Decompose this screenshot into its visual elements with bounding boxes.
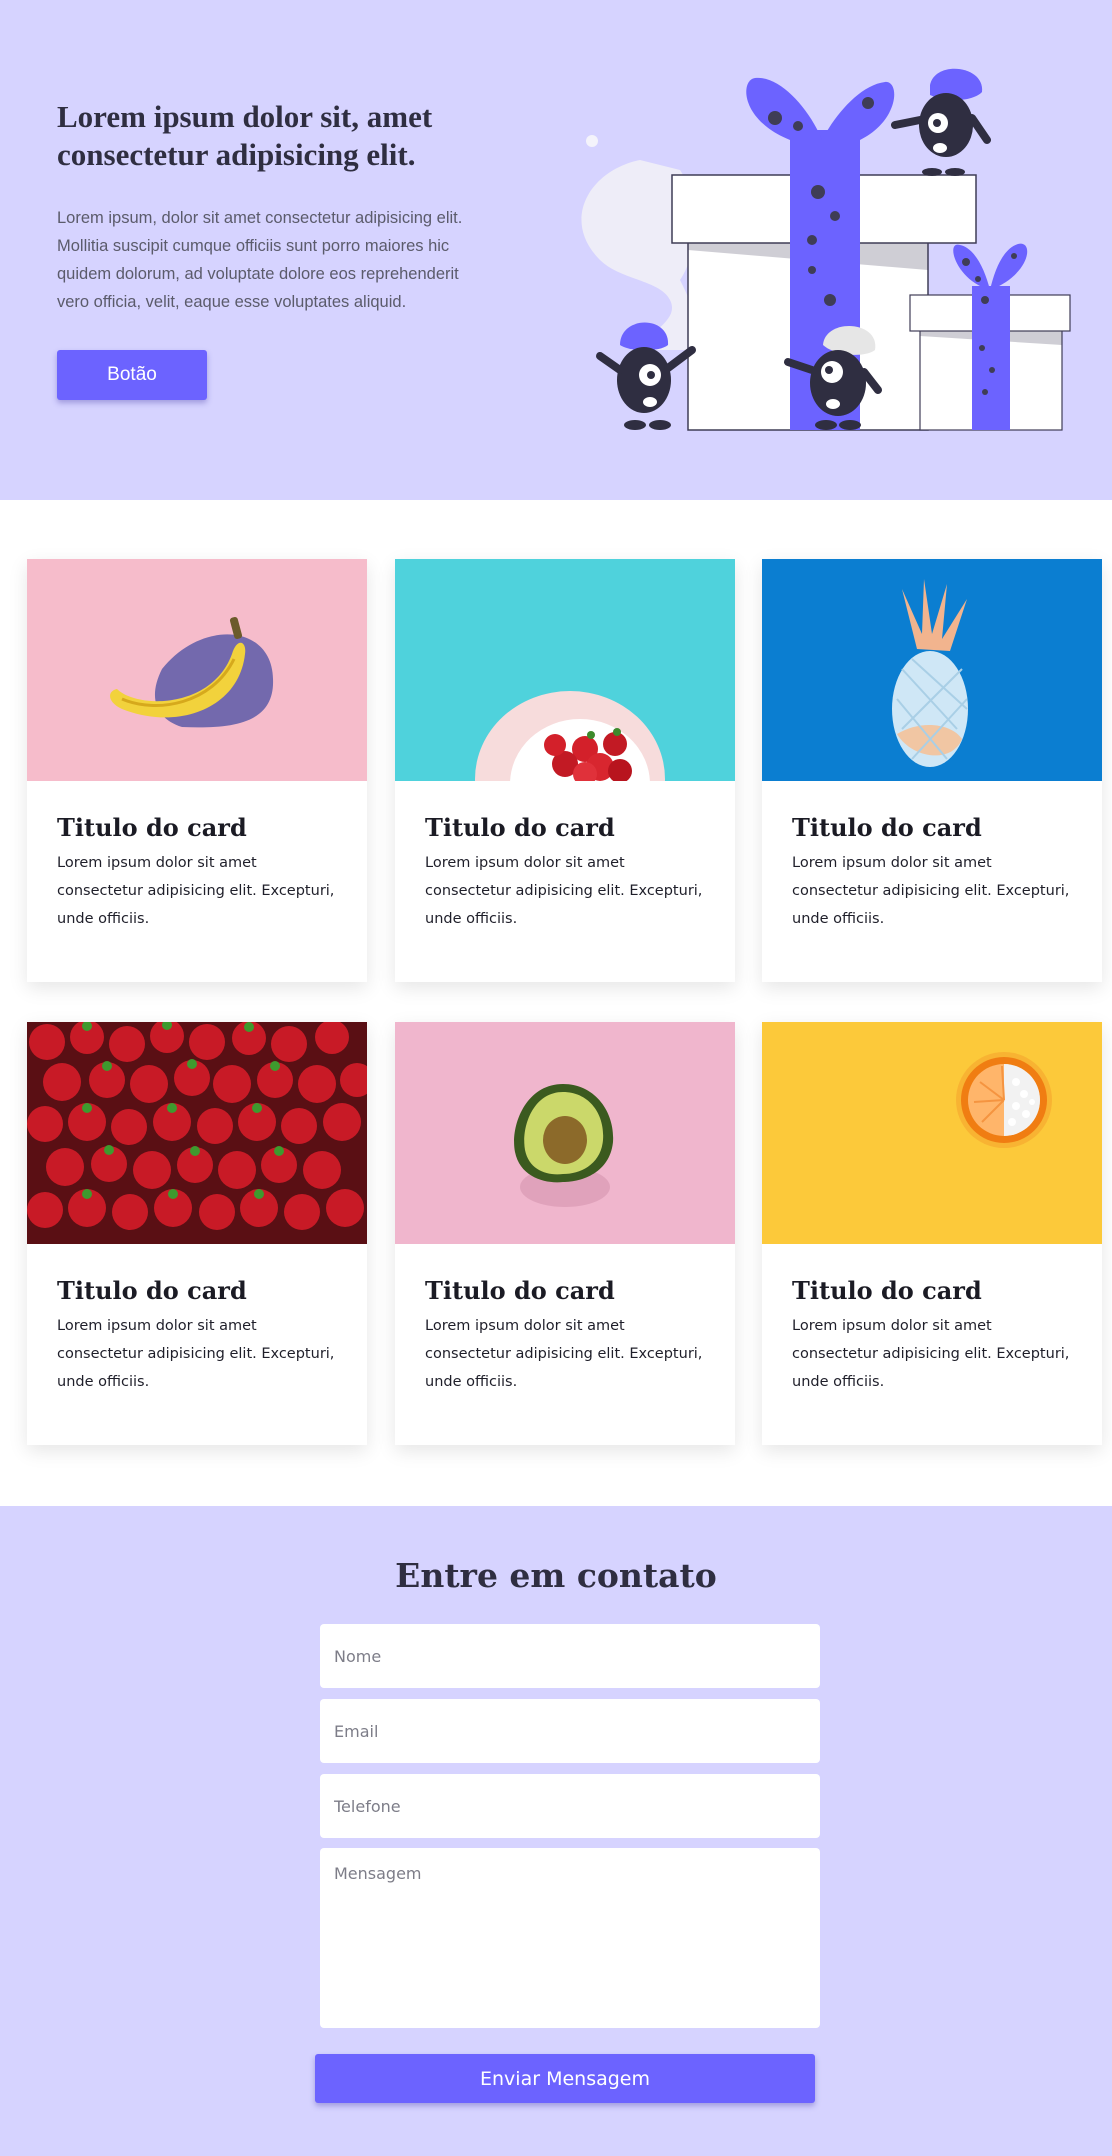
card[interactable]: Titulo do card Lorem ipsum dolor sit ame…: [395, 559, 735, 982]
card[interactable]: Titulo do card Lorem ipsum dolor sit ame…: [395, 1022, 735, 1445]
name-field[interactable]: [320, 1624, 820, 1688]
contact-title: Entre em contato: [395, 1556, 717, 1595]
card-title: Titulo do card: [425, 1276, 615, 1305]
card-text: Lorem ipsum dolor sit amet consectetur a…: [425, 1318, 703, 1390]
card-image-pineapple: [762, 559, 1102, 781]
card[interactable]: Titulo do card Lorem ipsum dolor sit ame…: [27, 1022, 367, 1445]
card-text: Lorem ipsum dolor sit amet consectetur a…: [57, 1318, 335, 1390]
gift-boxes-illustration: [581, 68, 1071, 431]
hero-title: Lorem ipsum dolor sit, amet consectetur …: [57, 99, 433, 172]
card-text: Lorem ipsum dolor sit amet consectetur a…: [792, 855, 1070, 927]
card-image-strawberry-baskets: [27, 1022, 367, 1244]
hero-button[interactable]: Botão: [57, 350, 207, 400]
cards-section: Titulo do card Lorem ipsum dolor sit ame…: [0, 500, 1112, 1506]
card-image-strawberries-plate: [395, 559, 735, 781]
card-image-orange: [762, 1022, 1102, 1244]
email-field[interactable]: [320, 1699, 820, 1763]
card[interactable]: Titulo do card Lorem ipsum dolor sit ame…: [27, 559, 367, 982]
card-image-avocado: [395, 1022, 735, 1244]
contact-section: Entre em contato Enviar Mensagem: [0, 1506, 1112, 2156]
card-text: Lorem ipsum dolor sit amet consectetur a…: [57, 855, 335, 927]
hero-text: Lorem ipsum, dolor sit amet consectetur …: [57, 209, 463, 311]
card[interactable]: Titulo do card Lorem ipsum dolor sit ame…: [762, 559, 1102, 982]
card[interactable]: Titulo do card Lorem ipsum dolor sit ame…: [762, 1022, 1102, 1445]
card-title: Titulo do card: [57, 813, 247, 842]
hero-section: Lorem ipsum dolor sit, amet consectetur …: [0, 0, 1112, 500]
card-title: Titulo do card: [425, 813, 615, 842]
card-title: Titulo do card: [792, 813, 982, 842]
card-text: Lorem ipsum dolor sit amet consectetur a…: [792, 1318, 1070, 1390]
message-field[interactable]: [320, 1848, 820, 2028]
card-title: Titulo do card: [57, 1276, 247, 1305]
card-image-banana: [27, 559, 367, 781]
phone-field[interactable]: [320, 1774, 820, 1838]
card-text: Lorem ipsum dolor sit amet consectetur a…: [425, 855, 703, 927]
card-title: Titulo do card: [792, 1276, 982, 1305]
send-message-button[interactable]: Enviar Mensagem: [315, 2054, 815, 2103]
